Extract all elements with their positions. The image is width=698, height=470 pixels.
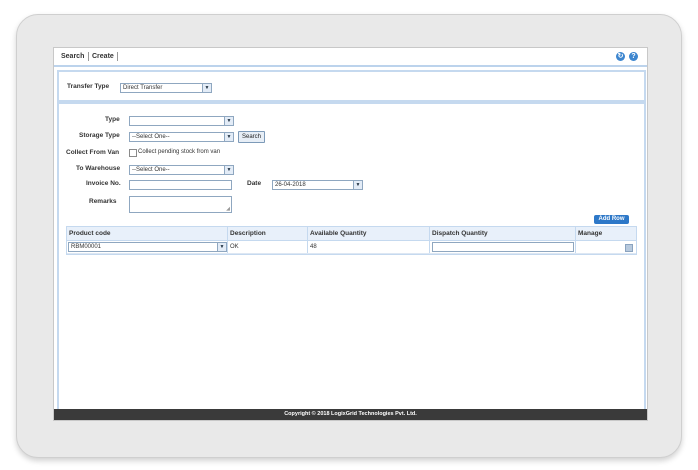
invoice-input[interactable]	[129, 180, 232, 190]
invoice-label: Invoice No.	[86, 180, 121, 187]
footer-copyright: Copyright © 2018 LogixGrid Technologies …	[54, 409, 647, 420]
type-label: Type	[105, 116, 120, 123]
delete-row-icon[interactable]	[625, 244, 633, 252]
toolbar-divider	[88, 52, 89, 61]
form-panel: Type ▼ Storage Type --Select One-- ▼ Sea…	[57, 102, 646, 411]
date-select[interactable]: 26-04-2018 ▼	[272, 180, 363, 190]
date-value: 26-04-2018	[275, 182, 306, 188]
chevron-down-icon: ▼	[224, 117, 233, 125]
date-label: Date	[247, 180, 262, 187]
type-select[interactable]: ▼	[129, 116, 234, 126]
search-button[interactable]: Search	[238, 131, 265, 143]
add-row-button[interactable]: Add Row	[594, 215, 629, 224]
search-link[interactable]: Search	[61, 53, 84, 60]
column-header-manage: Manage	[578, 230, 603, 237]
dispatch-quantity-input[interactable]	[432, 242, 574, 252]
table-header-row: Product code Description Available Quant…	[67, 227, 636, 241]
transfer-type-value: Direct Transfer	[123, 85, 163, 91]
create-link[interactable]: Create	[92, 53, 114, 60]
product-code-select[interactable]: RBM00001 ▼	[68, 242, 227, 252]
chevron-down-icon: ▼	[224, 133, 233, 141]
column-header-available-quantity: Available Quantity	[308, 227, 430, 240]
toolbar-divider	[117, 52, 118, 61]
refresh-icon[interactable]: ↻	[616, 52, 625, 61]
top-toolbar: Search Create ↻ ?	[54, 48, 647, 67]
collect-van-checkbox[interactable]	[129, 149, 137, 157]
storage-type-select[interactable]: --Select One-- ▼	[129, 132, 234, 142]
filter-panel: Transfer Type Direct Transfer ▼	[57, 70, 646, 102]
column-header-description: Description	[228, 227, 308, 240]
product-code-cell: RBM00001 ▼	[67, 241, 228, 253]
column-header-product-code: Product code	[67, 227, 228, 240]
storage-type-label: Storage Type	[79, 132, 120, 139]
chevron-down-icon: ▼	[224, 166, 233, 174]
remarks-textarea[interactable]: ◢	[129, 196, 232, 213]
chevron-down-icon: ▼	[353, 181, 362, 189]
resize-handle-icon[interactable]: ◢	[226, 206, 230, 212]
chevron-down-icon: ▼	[217, 243, 226, 251]
to-warehouse-select[interactable]: --Select One-- ▼	[129, 165, 234, 175]
app-screen: Search Create ↻ ? Transfer Type Direct T…	[53, 47, 648, 421]
column-header-dispatch-quantity: Dispatch Quantity	[430, 227, 576, 240]
remarks-label: Remarks	[89, 198, 117, 205]
description-cell: OK	[228, 241, 308, 253]
transfer-type-label: Transfer Type	[67, 83, 110, 90]
manage-cell	[576, 241, 636, 253]
table-row: RBM00001 ▼ OK 48	[67, 241, 636, 254]
help-icon[interactable]: ?	[629, 52, 638, 61]
to-warehouse-label: To Warehouse	[76, 165, 121, 172]
product-table: Product code Description Available Quant…	[66, 226, 637, 255]
transfer-type-select[interactable]: Direct Transfer ▼	[120, 83, 212, 93]
dispatch-quantity-cell	[430, 241, 576, 253]
available-quantity-cell: 48	[308, 241, 430, 253]
chevron-down-icon: ▼	[202, 84, 211, 92]
collect-from-van-label: Collect From Van	[66, 149, 120, 156]
collect-van-checkbox-label: Collect pending stock from van	[138, 149, 221, 155]
